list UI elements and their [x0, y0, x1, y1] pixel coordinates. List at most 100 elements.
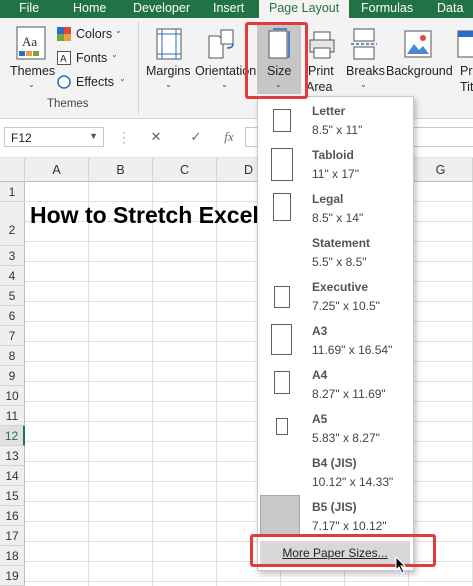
- row-header[interactable]: 1: [0, 182, 25, 202]
- row-header[interactable]: 7: [0, 326, 25, 346]
- paper-size-name: A3: [312, 324, 328, 338]
- svg-text:A: A: [60, 54, 67, 65]
- column-header[interactable]: A: [25, 158, 89, 182]
- paper-size-legal[interactable]: Legal 8.5" x 14": [258, 189, 413, 233]
- row-header[interactable]: 9: [0, 366, 25, 386]
- more-paper-sizes-highlight: [250, 534, 436, 567]
- row-header[interactable]: 11: [0, 406, 25, 426]
- size-button-highlight: [245, 22, 308, 99]
- row-header[interactable]: 4: [0, 266, 25, 286]
- column-header[interactable]: G: [409, 158, 473, 182]
- page-thumbnail-icon: [271, 324, 292, 355]
- tab-file[interactable]: File: [19, 0, 39, 18]
- themes-button[interactable]: Aa Themes ⌄: [8, 24, 55, 94]
- insert-function-button[interactable]: fx: [216, 127, 242, 147]
- enter-button[interactable]: ✓: [183, 127, 209, 147]
- cancel-button[interactable]: ✕: [143, 127, 169, 147]
- paper-size-name: A4: [312, 368, 328, 382]
- paper-size-executive[interactable]: Executive 7.25" x 10.5": [258, 277, 413, 321]
- tab-page-layout[interactable]: Page Layout: [259, 0, 350, 18]
- column-header[interactable]: C: [153, 158, 217, 182]
- colors-label: Colors: [76, 27, 113, 41]
- chevron-down-icon: ⌄: [360, 80, 367, 89]
- background-label: Background: [386, 64, 453, 78]
- fonts-button[interactable]: A Fonts ⌄: [57, 50, 127, 68]
- row-header[interactable]: 17: [0, 526, 25, 546]
- breaks-button[interactable]: Breaks ⌄: [343, 24, 385, 94]
- chevron-down-icon: ⌄: [115, 26, 122, 35]
- print-area-label: Print: [308, 64, 334, 78]
- paper-size-name: Letter: [312, 104, 346, 118]
- print-area-label-2: Area: [306, 80, 333, 94]
- select-all-corner[interactable]: [0, 158, 25, 182]
- selected-page-thumbnail-icon: [260, 495, 300, 537]
- row-header[interactable]: 6: [0, 306, 25, 326]
- paper-size-a3[interactable]: A3 11.69" x 16.54": [258, 321, 413, 365]
- paper-size-dims: 5.5" x 8.5": [312, 255, 367, 269]
- paper-size-name: B5 (JIS): [312, 500, 357, 514]
- chevron-down-icon: ⌄: [165, 80, 172, 89]
- row-header[interactable]: 19: [0, 566, 25, 586]
- mouse-cursor-icon: [395, 556, 407, 574]
- paper-size-dims: 8.5" x 11": [312, 123, 363, 137]
- paper-size-dims: 5.83" x 8.27": [312, 431, 380, 445]
- paper-size-b4-jis[interactable]: B4 (JIS) 10.12" x 14.33": [258, 453, 413, 497]
- breaks-label: Breaks: [346, 64, 385, 78]
- page-thumbnail-icon: [276, 418, 288, 435]
- row-header[interactable]: 16: [0, 506, 25, 526]
- chevron-down-icon: ⌄: [119, 74, 126, 83]
- svg-text:Aa: Aa: [22, 34, 37, 49]
- effects-button[interactable]: Effects ⌄: [57, 74, 127, 92]
- paper-size-statement[interactable]: Statement 5.5" x 8.5": [258, 233, 413, 277]
- print-titles-label: Pr: [460, 64, 473, 78]
- paper-size-dims: 11" x 17": [312, 167, 359, 181]
- paper-size-a4[interactable]: A4 8.27" x 11.69": [258, 365, 413, 409]
- colors-button[interactable]: Colors ⌄: [57, 26, 127, 44]
- paper-size-dims: 8.27" x 11.69": [312, 387, 386, 401]
- drag-handle-icon[interactable]: ⋮: [117, 127, 131, 147]
- paper-size-name: Executive: [312, 280, 369, 294]
- effects-icon: [57, 75, 71, 89]
- row-header[interactable]: 10: [0, 386, 25, 406]
- name-box[interactable]: F12 ▼: [4, 127, 104, 147]
- tab-insert[interactable]: Insert: [213, 0, 244, 18]
- tab-data[interactable]: Data: [437, 0, 463, 18]
- paper-size-dims: 11.69" x 16.54": [312, 343, 393, 357]
- tab-formulas[interactable]: Formulas: [361, 0, 413, 18]
- row-header[interactable]: 14: [0, 466, 25, 486]
- print-titles-icon: [457, 30, 473, 58]
- group-separator: [138, 22, 139, 114]
- row-header[interactable]: 13: [0, 446, 25, 466]
- chevron-down-icon: ▼: [89, 131, 98, 141]
- themes-group-label: Themes: [47, 98, 89, 110]
- background-icon: [404, 30, 432, 58]
- paper-size-a5[interactable]: A5 5.83" x 8.27": [258, 409, 413, 453]
- column-header[interactable]: B: [89, 158, 153, 182]
- orientation-icon: [208, 29, 234, 59]
- row-header[interactable]: 8: [0, 346, 25, 366]
- print-area-icon: [309, 31, 335, 59]
- print-area-button[interactable]: Print Area: [304, 24, 340, 94]
- ribbon-tab-bar: File Home Developer Insert Page Layout F…: [0, 0, 473, 18]
- row-header[interactable]: 15: [0, 486, 25, 506]
- paper-size-name: A5: [312, 412, 328, 426]
- background-button[interactable]: Background: [386, 24, 453, 94]
- chevron-down-icon: ⌄: [111, 50, 118, 59]
- paper-size-tabloid[interactable]: Tabloid 11" x 17": [258, 145, 413, 189]
- tab-home[interactable]: Home: [73, 0, 106, 18]
- breaks-icon: [351, 28, 377, 60]
- paper-size-name: B4 (JIS): [312, 456, 357, 470]
- print-titles-button[interactable]: Pr Titl: [455, 24, 473, 94]
- paper-size-dims: 8.5" x 14": [312, 211, 364, 225]
- row-header-selected[interactable]: 12: [0, 426, 25, 446]
- row-header[interactable]: 3: [0, 246, 25, 266]
- row-header[interactable]: 5: [0, 286, 25, 306]
- tab-developer[interactable]: Developer: [133, 0, 190, 18]
- paper-size-dims: 7.25" x 10.5": [312, 299, 380, 313]
- margins-label: Margins: [146, 64, 191, 78]
- row-header[interactable]: 18: [0, 546, 25, 566]
- paper-size-letter[interactable]: Letter 8.5" x 11": [258, 101, 413, 145]
- margins-button[interactable]: Margins ⌄: [146, 24, 192, 94]
- row-header[interactable]: 2: [0, 202, 25, 246]
- paper-size-name: Legal: [312, 192, 344, 206]
